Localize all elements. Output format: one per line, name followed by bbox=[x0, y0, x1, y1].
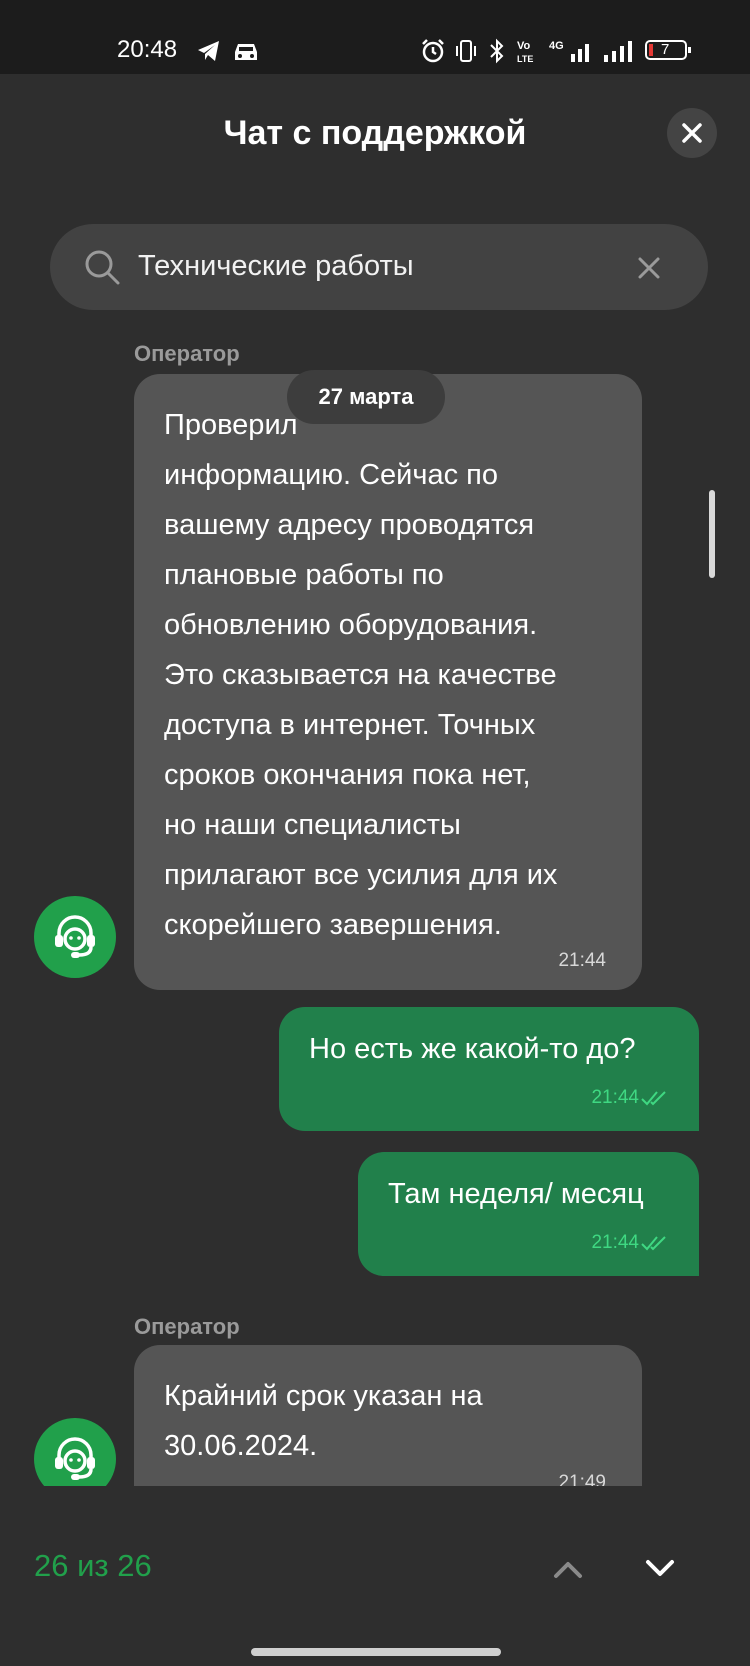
svg-text:4G: 4G bbox=[549, 40, 564, 52]
message-time: 21:44 bbox=[558, 950, 606, 971]
message-time: 21:44 bbox=[591, 1087, 639, 1108]
message-bubble-incoming[interactable]: Крайний срок указан на 30.06.2024. 21:49 bbox=[134, 1345, 642, 1486]
alarm-icon bbox=[422, 39, 444, 63]
message-bubble-outgoing[interactable]: Но есть же какой-то до? 21:44 bbox=[279, 1007, 699, 1131]
battery-icon: 7 bbox=[645, 40, 691, 60]
signal-4g-icon: 4G bbox=[549, 40, 589, 62]
volte-icon: Vo LTE bbox=[517, 40, 533, 64]
chevron-up-icon[interactable] bbox=[551, 1552, 585, 1586]
date-divider: 27 марта bbox=[287, 370, 445, 424]
bluetooth-icon bbox=[490, 38, 504, 64]
close-icon bbox=[682, 123, 702, 143]
sender-name: Оператор bbox=[134, 341, 240, 366]
signal-icon bbox=[604, 41, 632, 62]
message-bubble-incoming[interactable]: Проверил информацию. Сейчас по вашему ад… bbox=[134, 374, 642, 990]
message-text: Там неделя/ месяц bbox=[388, 1178, 644, 1210]
message-time: 21:49 bbox=[558, 1472, 606, 1486]
car-icon bbox=[235, 44, 257, 60]
double-check-icon bbox=[641, 1091, 666, 1106]
home-indicator[interactable] bbox=[251, 1648, 501, 1656]
close-button[interactable] bbox=[667, 108, 717, 158]
chat-area[interactable]: Оператор Проверил информацию. Сейчас по … bbox=[0, 330, 750, 1486]
telegram-icon bbox=[198, 41, 219, 61]
message-text: Но есть же какой-то до? bbox=[309, 1033, 636, 1065]
support-agent-icon bbox=[55, 915, 95, 958]
search-navigation: 26 из 26 bbox=[0, 1486, 750, 1666]
operator-avatar bbox=[34, 896, 116, 978]
scrollbar[interactable] bbox=[709, 490, 715, 578]
page-title: Чат с поддержкой bbox=[223, 114, 527, 152]
status-time: 20:48 bbox=[117, 36, 178, 63]
sender-name: Оператор bbox=[134, 1314, 240, 1339]
svg-text:LTE: LTE bbox=[517, 54, 533, 64]
search-input[interactable]: Технические работы bbox=[138, 250, 414, 283]
double-check-icon bbox=[641, 1236, 666, 1251]
search-bar[interactable]: Технические работы bbox=[50, 224, 708, 310]
search-icon bbox=[85, 250, 120, 285]
chevron-down-icon[interactable] bbox=[643, 1552, 677, 1586]
status-bar: 20:48 Vo LTE 4G 7 bbox=[0, 0, 750, 74]
message-time: 21:44 bbox=[591, 1232, 639, 1253]
message-text: Крайний срок указан на 30.06.2024. bbox=[164, 1380, 483, 1462]
operator-avatar bbox=[34, 1418, 116, 1486]
message-text: Проверил информацию. Сейчас по вашему ад… bbox=[164, 409, 558, 941]
support-agent-icon bbox=[55, 1437, 95, 1480]
clear-icon[interactable] bbox=[635, 254, 663, 282]
message-bubble-outgoing[interactable]: Там неделя/ месяц 21:44 bbox=[358, 1152, 699, 1276]
battery-level: 7 bbox=[661, 41, 670, 58]
svg-text:Vo: Vo bbox=[517, 40, 531, 52]
vibrate-icon bbox=[456, 40, 476, 62]
search-result-counter: 26 из 26 bbox=[34, 1548, 152, 1583]
